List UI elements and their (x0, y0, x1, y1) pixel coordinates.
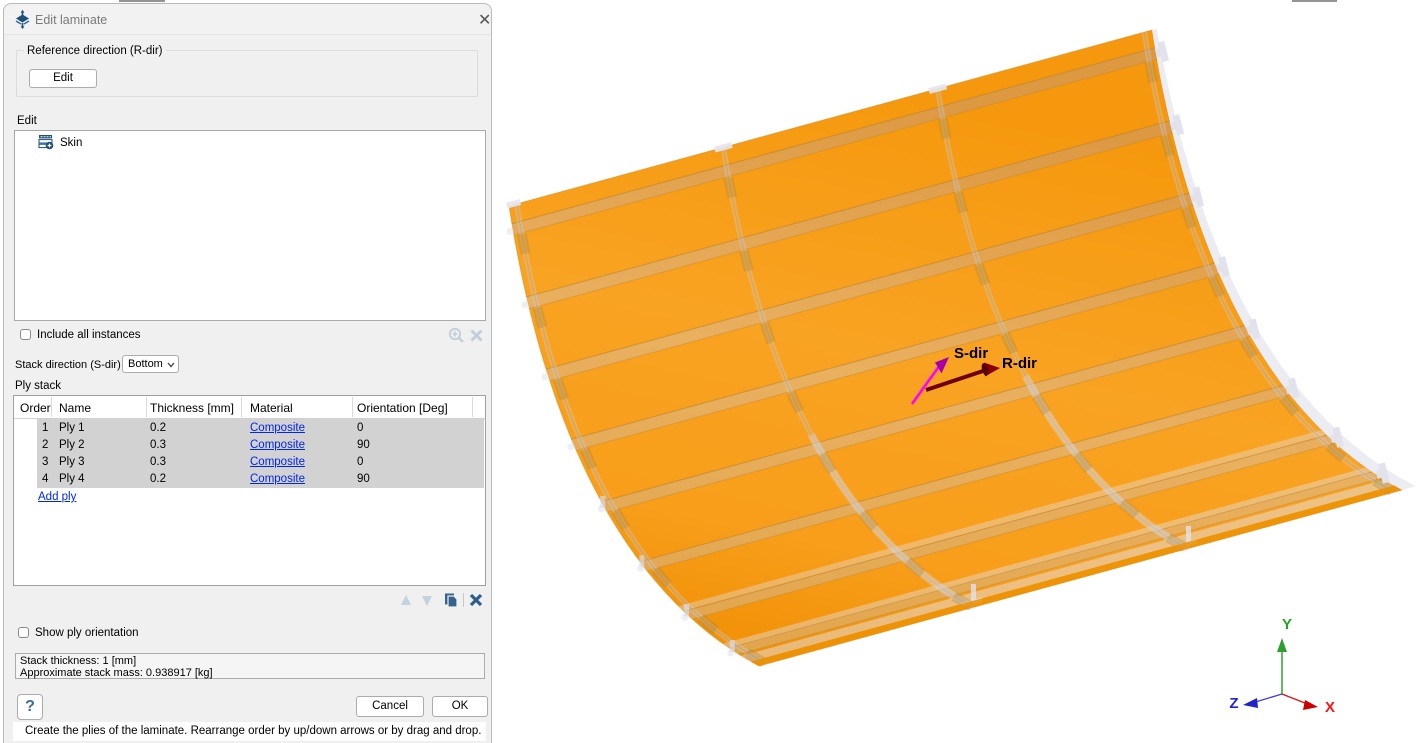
svg-text:Y: Y (1282, 616, 1292, 633)
svg-text:S-dir: S-dir (954, 345, 988, 362)
svg-text:Z: Z (1229, 695, 1238, 712)
svg-text:X: X (1325, 699, 1335, 716)
svg-text:R-dir: R-dir (1002, 355, 1037, 372)
